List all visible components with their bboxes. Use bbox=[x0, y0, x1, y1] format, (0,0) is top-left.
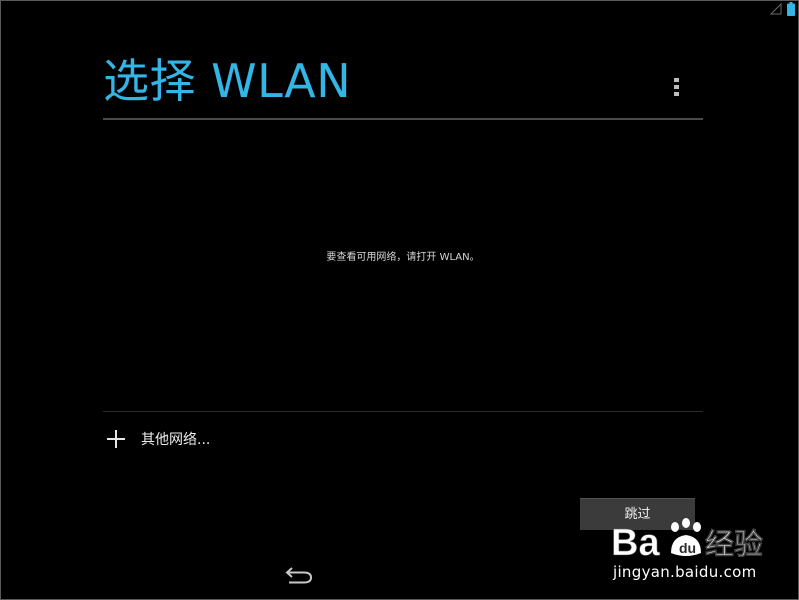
watermark-url: jingyan.baidu.com bbox=[613, 563, 757, 581]
battery-icon bbox=[787, 2, 795, 16]
add-other-network-item[interactable]: 其他网络... bbox=[103, 419, 703, 459]
other-network-label: 其他网络... bbox=[141, 432, 211, 448]
baidu-jingyan-watermark: Ba du 经验 jingyan.baidu.com bbox=[609, 513, 769, 587]
setup-wizard-screen: 选择 WLAN 要查看可用网络，请打开 WLAN。 其他网络... 跳过 Ba … bbox=[0, 0, 799, 600]
status-bar bbox=[1, 1, 798, 19]
back-arrow-icon[interactable] bbox=[284, 564, 314, 586]
header-divider bbox=[103, 118, 703, 120]
plus-icon bbox=[107, 430, 125, 448]
svg-text:du: du bbox=[679, 540, 696, 556]
list-divider bbox=[103, 411, 703, 412]
wifi-off-message: 要查看可用网络，请打开 WLAN。 bbox=[326, 252, 480, 263]
svg-text:经验: 经验 bbox=[705, 527, 763, 561]
signal-icon bbox=[770, 3, 782, 15]
overflow-menu-icon[interactable] bbox=[669, 75, 685, 99]
page-title: 选择 WLAN bbox=[103, 54, 352, 108]
baidu-logo: Ba du 经验 bbox=[611, 518, 763, 561]
svg-text:Ba: Ba bbox=[611, 522, 660, 561]
